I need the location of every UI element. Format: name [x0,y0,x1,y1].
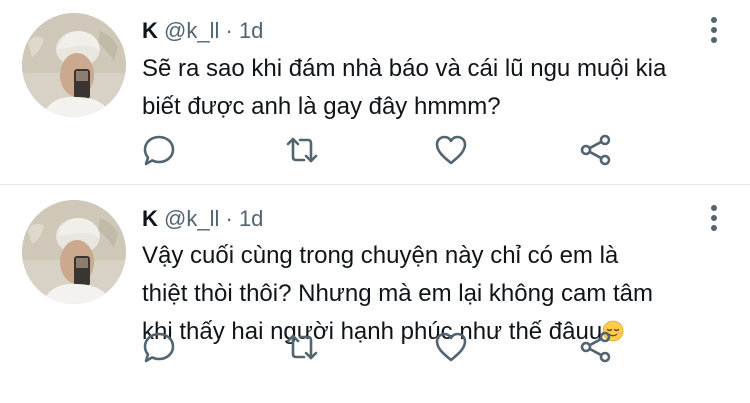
tweet-text: Sẽ ra sao khi đám nhà báo và cái lũ ngu … [142,50,722,126]
separator: · [225,18,233,43]
tweet-text-line: thiệt thòi thôi? Nhưng mà em lại không c… [142,280,653,307]
share-icon[interactable] [579,330,613,364]
timestamp[interactable]: 1d [239,206,263,231]
heart-icon[interactable] [434,133,468,167]
handle[interactable]: @k_ll [164,18,219,43]
reply-icon[interactable] [142,133,176,167]
share-icon[interactable] [579,133,613,167]
tweet-header: K @k_ll · 1d [142,206,263,232]
more-vertical-icon[interactable] [710,205,718,231]
tweet[interactable]: K @k_ll · 1d Vậy cuối cùng trong chuyện … [0,185,750,403]
tweet-text-line: biết được anh là gay đây hmmm? [142,93,501,120]
retweet-icon[interactable] [285,133,319,167]
reply-icon[interactable] [142,330,176,364]
author-name[interactable]: K [142,18,158,43]
tweet-text-line: Sẽ ra sao khi đám nhà báo và cái lũ ngu … [142,55,667,82]
tweet-header: K @k_ll · 1d [142,18,263,44]
timestamp[interactable]: 1d [239,18,263,43]
heart-icon[interactable] [434,330,468,364]
author-name[interactable]: K [142,206,158,231]
avatar[interactable] [22,200,126,304]
tweet-actions [142,330,622,364]
tweet-actions [142,133,622,167]
tweet[interactable]: K @k_ll · 1d Sẽ ra sao khi đám nhà báo v… [0,0,750,185]
separator: · [225,206,233,231]
more-vertical-icon[interactable] [710,17,718,43]
handle[interactable]: @k_ll [164,206,219,231]
avatar[interactable] [22,13,126,117]
retweet-icon[interactable] [285,330,319,364]
tweet-text-line: Vậy cuối cùng trong chuyện này chỉ có em… [142,242,619,269]
